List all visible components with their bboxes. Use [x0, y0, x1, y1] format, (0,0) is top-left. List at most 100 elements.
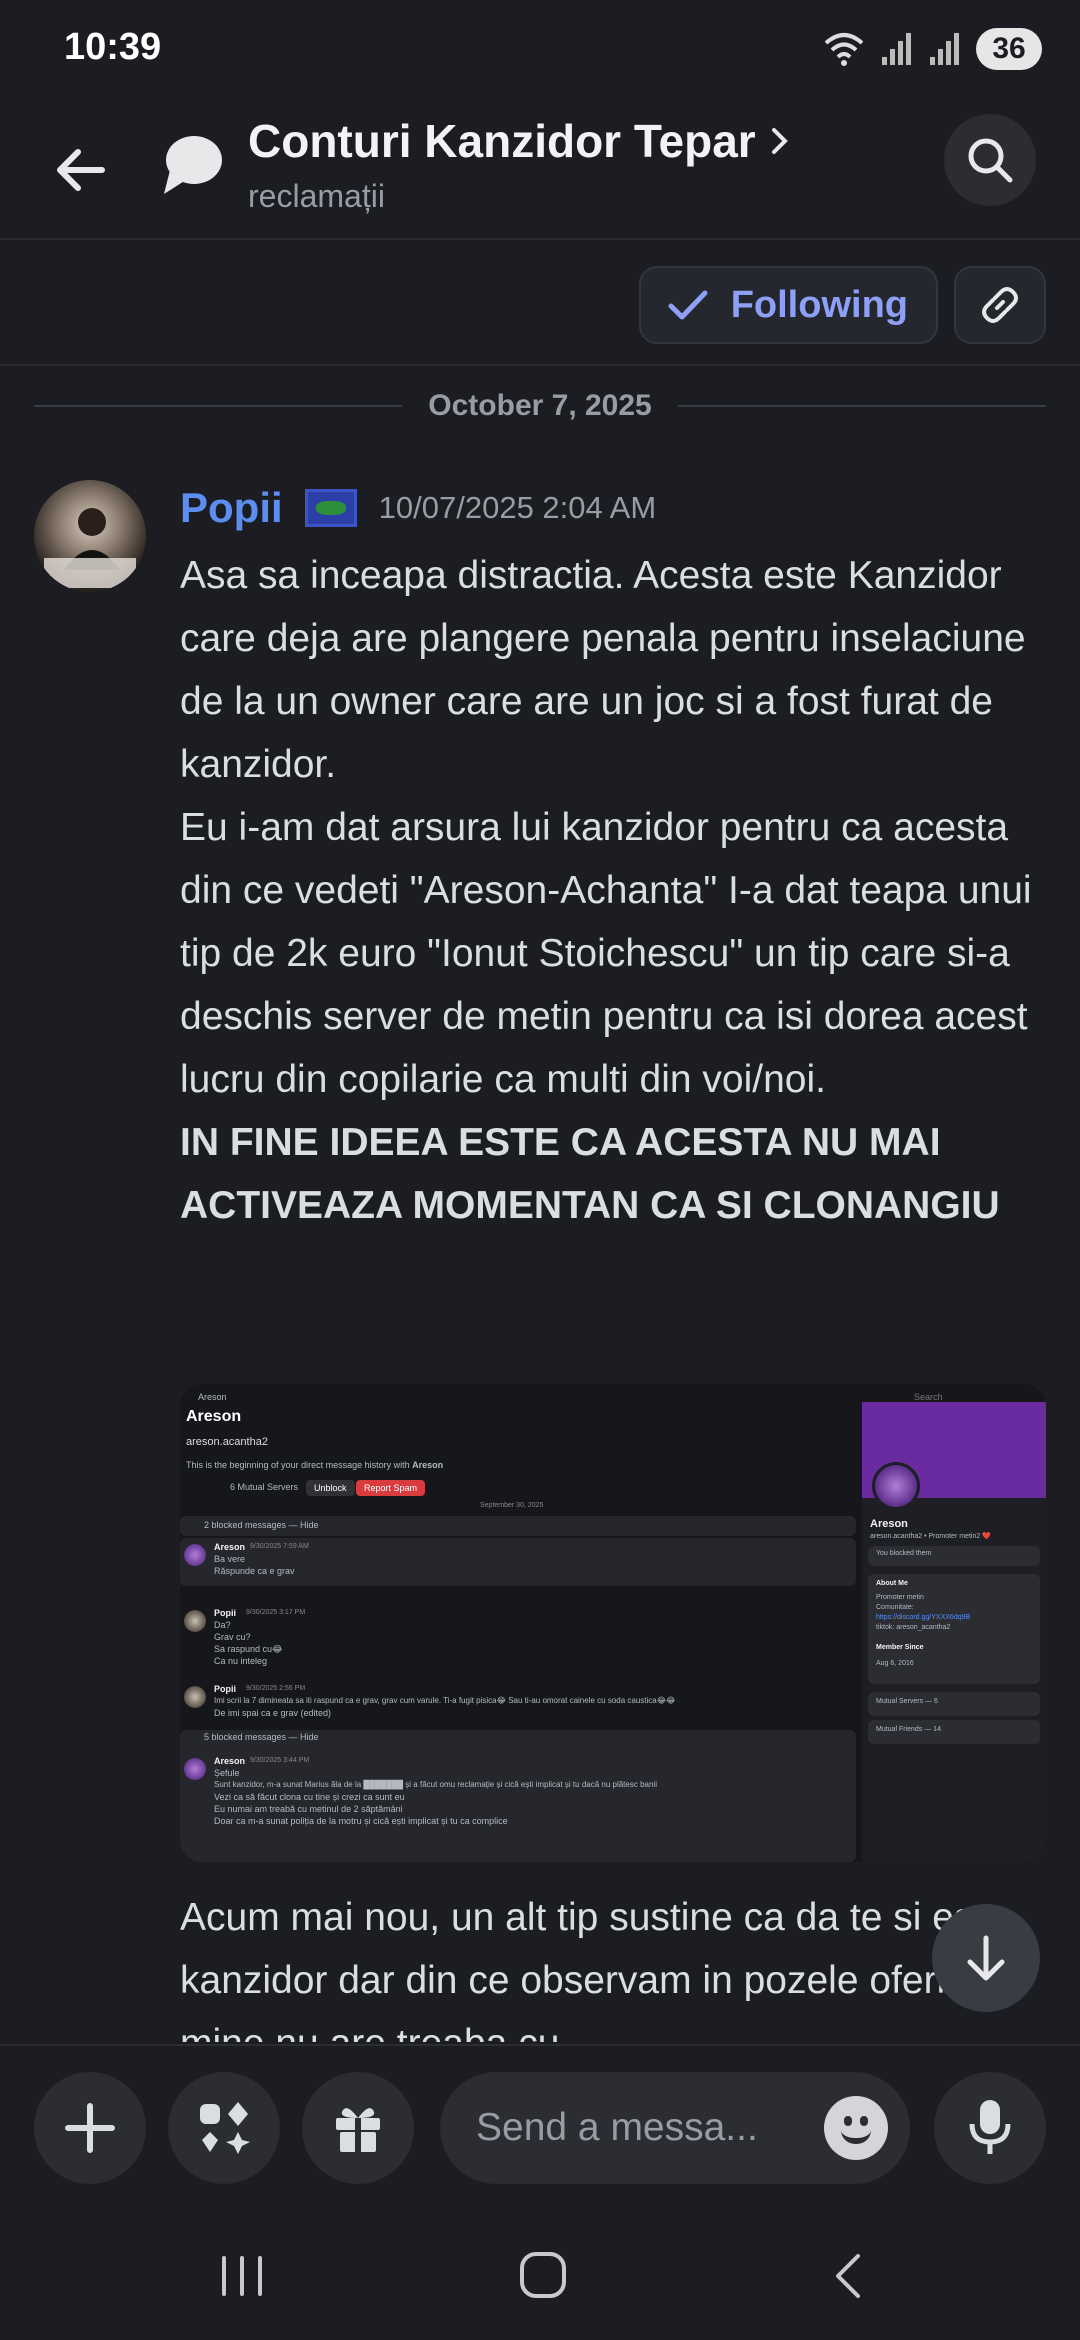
- divider-line: [677, 405, 1047, 407]
- arrow-down-icon: [967, 1935, 1005, 1981]
- back-button[interactable]: [44, 132, 120, 208]
- plus-icon: [65, 2103, 115, 2153]
- back-nav-icon[interactable]: [828, 2252, 868, 2300]
- att-line: Doar ca m-a sunat poliția de la motru și…: [214, 1816, 508, 1826]
- att-line: Ca nu inteleg: [214, 1656, 268, 1666]
- author-name[interactable]: Popii: [180, 484, 283, 532]
- att-side-member-date: Aug 6, 2016: [876, 1660, 914, 1667]
- att-report-spam-button: Report Spam: [356, 1480, 426, 1496]
- message-paragraph: Eu i-am dat arsura lui kanzidor pentru c…: [180, 806, 1032, 1101]
- message-header: Popii 10/07/2025 2:04 AM: [180, 484, 656, 532]
- search-button[interactable]: [944, 114, 1036, 206]
- date-divider: October 7, 2025: [34, 386, 1047, 426]
- att-line: Imi scrii la 7 dimineata sa iti raspund …: [214, 1696, 676, 1705]
- message-timestamp: 10/07/2025 2:04 AM: [378, 490, 657, 525]
- signal-icon-2: [930, 33, 959, 65]
- att-msg1-author: Areson: [214, 1542, 246, 1552]
- attachment-dm-view: Areson Search Areson areson.acantha2 Thi…: [180, 1384, 943, 1862]
- att-topbar-name: Areson: [198, 1392, 227, 1402]
- channel-header: Conturi Kanzidor Tepar reclamații: [0, 100, 1080, 240]
- system-navigation-bar: [0, 2212, 1080, 2340]
- att-line: Comunitate:: [876, 1604, 914, 1611]
- att-msg3-time: 9/30/2025 2:56 PM: [246, 1685, 306, 1692]
- message-input[interactable]: Send a messa...: [440, 2072, 910, 2184]
- att-msg2-time: 9/30/2025 3:17 PM: [246, 1609, 306, 1616]
- att-line: Promoter metin: [876, 1594, 924, 1601]
- divider-line: [34, 405, 403, 407]
- back-arrow-icon: [57, 149, 105, 191]
- att-line: https://discord.gg/YXXX6dq9B: [876, 1614, 971, 1621]
- voice-message-button[interactable]: [934, 2072, 1046, 2184]
- check-icon: [668, 290, 708, 320]
- message-followup: Acum mai nou, un alt tip sustine ca da t…: [180, 1896, 1032, 2042]
- wifi-icon: [824, 33, 864, 66]
- att-line: Răspunde ca e grav: [214, 1566, 295, 1576]
- att-line: Șefule: [214, 1768, 240, 1778]
- att-msg1-time: 9/30/2025 7:59 AM: [250, 1543, 309, 1550]
- attachment-profile-panel: Areson areson.acantha2 • Promoter metin2…: [862, 1402, 1046, 1862]
- att-msg4-author: Areson: [214, 1756, 246, 1766]
- att-side-name: Areson: [870, 1518, 908, 1530]
- att-divider-date: September 30, 2025: [480, 1502, 544, 1509]
- att-side-mutual-friends: Mutual Friends — 14: [876, 1726, 941, 1733]
- emoji-icon[interactable]: [824, 2096, 888, 2160]
- att-line: Grav cu?: [214, 1632, 251, 1642]
- thread-bubble-icon: [156, 130, 226, 200]
- channel-subtitle: reclamații: [248, 178, 385, 214]
- recents-icon[interactable]: [218, 2254, 266, 2298]
- att-side-member-title: Member Since: [876, 1644, 924, 1651]
- att-unblock-button: Unblock: [306, 1480, 355, 1496]
- copy-link-button[interactable]: [954, 266, 1046, 344]
- battery-indicator: 36: [976, 28, 1042, 70]
- following-label: Following: [730, 283, 908, 326]
- message-composer: Send a messa...: [0, 2044, 1080, 2212]
- message-bold-text: IN FINE IDEEA ESTE CA ACESTA NU MAI ACTI…: [180, 1121, 1000, 1227]
- home-icon[interactable]: [518, 2250, 568, 2300]
- att-search: Search: [914, 1392, 943, 1402]
- att-side-handle: areson.acantha2 • Promoter metin2 ❤️: [870, 1533, 991, 1540]
- att-line: Vezi ca să făcut clona cu tine și crezi …: [214, 1792, 405, 1802]
- link-icon: [982, 287, 1018, 323]
- att-blocked-1: 2 blocked messages — Hide: [204, 1520, 319, 1530]
- att-mutual-servers: 6 Mutual Servers: [230, 1482, 299, 1492]
- att-blocked-2: 5 blocked messages — Hide: [204, 1732, 319, 1742]
- apps-icon: [200, 2102, 250, 2154]
- status-time: 10:39: [64, 26, 162, 68]
- att-side-about-title: About Me: [876, 1580, 908, 1587]
- att-profile-name: Areson: [186, 1408, 242, 1425]
- att-line: Sa raspund cu😂: [214, 1644, 283, 1654]
- signal-icon: [882, 33, 911, 65]
- message-content: Asa sa inceapa distractia. Acesta este K…: [180, 544, 1040, 1237]
- gift-icon: [336, 2108, 380, 2152]
- thread-actions-row: Following: [0, 242, 1080, 366]
- jump-to-bottom-button[interactable]: [932, 1904, 1040, 2012]
- att-line: Ba vere: [214, 1554, 246, 1564]
- status-icons: 36: [822, 28, 1042, 70]
- microphone-icon: [969, 2100, 1011, 2154]
- att-line: Sunt kanzidor, m-a sunat Marius ăla de l…: [214, 1780, 657, 1789]
- gift-button[interactable]: [302, 2072, 414, 2184]
- att-line: De imi spai ca e grav (edited): [214, 1708, 332, 1718]
- chevron-right-icon: [771, 128, 788, 154]
- att-msg3-author: Popii: [214, 1684, 236, 1694]
- status-bar: 10:39 36: [0, 0, 1080, 100]
- author-avatar[interactable]: [34, 480, 146, 592]
- flag-emoji: [304, 489, 357, 527]
- channel-title[interactable]: Conturi Kanzidor Tepar: [248, 114, 790, 168]
- search-icon: [968, 138, 1013, 183]
- att-msg2-author: Popii: [214, 1608, 236, 1618]
- image-attachment[interactable]: Areson Search Areson areson.acantha2 Thi…: [180, 1384, 1046, 1862]
- att-side-mutual-servers: Mutual Servers — 6: [876, 1698, 938, 1705]
- att-profile-avatar: [872, 1462, 920, 1510]
- att-msg4-time: 9/30/2025 3:44 PM: [250, 1757, 310, 1764]
- channel-title-text: Conturi Kanzidor Tepar: [248, 115, 756, 167]
- add-attachment-button[interactable]: [34, 2072, 146, 2184]
- apps-button[interactable]: [168, 2072, 280, 2184]
- divider-date: October 7, 2025: [428, 389, 652, 422]
- att-history-note: This is the beginning of your direct mes…: [186, 1460, 444, 1470]
- message-paragraph: Asa sa inceapa distractia. Acesta este K…: [180, 554, 1026, 786]
- att-side-blocked: You blocked them: [876, 1550, 932, 1557]
- att-line: Da?: [214, 1620, 231, 1630]
- att-line: Eu numai am treabă cu metinul de 2 săptă…: [214, 1804, 403, 1814]
- following-button[interactable]: Following: [638, 266, 938, 344]
